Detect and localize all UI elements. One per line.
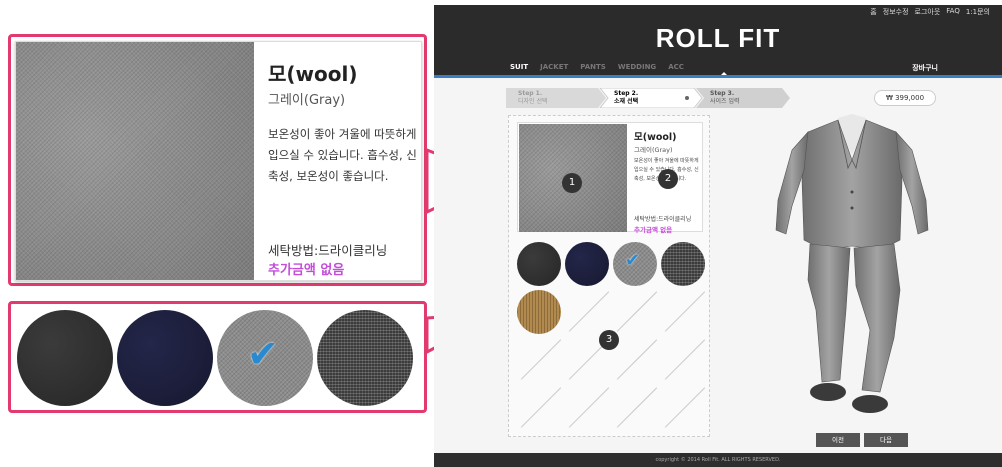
empty-slot — [613, 338, 657, 382]
grid-check-icon: ✔ — [625, 250, 641, 271]
swatch-check[interactable] — [317, 310, 413, 406]
check-icon: ✔ — [247, 332, 279, 376]
fabric-detail-card: 모(wool) 그레이(Gray) 보온성이 좋아 겨울에 따뜻하게 입으실 수… — [15, 41, 422, 281]
marker-1: 1 — [562, 173, 582, 193]
util-link-home[interactable]: 홈 — [870, 7, 876, 17]
logo[interactable]: ROLL FIT — [434, 23, 1002, 54]
swatch-black[interactable] — [17, 310, 113, 406]
grid-swatch-gold[interactable] — [517, 290, 561, 334]
mini-extra-price: 추가금액 없음 — [634, 226, 673, 234]
util-links: 홈 정보수정 로그아웃 FAQ 1:1문의 — [870, 7, 990, 17]
header: 홈 정보수정 로그아웃 FAQ 1:1문의 ROLL FIT SUIT JACK… — [434, 5, 1002, 76]
nav-pants[interactable]: PANTS — [580, 63, 606, 71]
fabric-swatch-large — [16, 42, 254, 280]
swatch-gray-selected[interactable]: ✔ — [217, 310, 313, 406]
swatch-navy[interactable] — [117, 310, 213, 406]
empty-slot — [661, 338, 705, 382]
next-button[interactable]: 다음 — [864, 433, 908, 447]
util-link-faq[interactable]: FAQ — [946, 7, 960, 17]
total-price: ₩ 399,000 — [874, 90, 936, 106]
suit-preview — [775, 114, 929, 413]
marker-3: 3 — [599, 330, 619, 350]
fabric-title: 모(wool) — [268, 62, 358, 86]
mini-wash-method: 세탁방법:드라이클리닝 — [634, 216, 692, 223]
swatch-callout: ✔ — [8, 301, 427, 413]
step-2[interactable]: Step 2. 소재 선택 — [602, 88, 694, 108]
fabric-color: 그레이(Gray) — [268, 93, 346, 108]
empty-slot — [517, 386, 561, 430]
util-link-profile[interactable]: 정보수정 — [883, 7, 909, 17]
footer: copyright © 2014 Roll Fit. ALL RIGHTS RE… — [434, 453, 1002, 467]
marker-2: 2 — [658, 169, 678, 189]
step-3[interactable]: Step 3. 사이즈 입력 — [698, 88, 788, 108]
grid-swatch-gray[interactable]: ✔ — [613, 242, 657, 286]
fabric-panel: 모(wool) 그레이(Gray) 보온성이 좋아 겨울에 따뜻하게 입으실 수… — [508, 115, 710, 437]
nav-underline — [434, 75, 1002, 78]
nav-acc[interactable]: ACC — [668, 63, 684, 71]
detail-callout: 모(wool) 그레이(Gray) 보온성이 좋아 겨울에 따뜻하게 입으실 수… — [8, 34, 427, 286]
grid-swatch-check[interactable] — [661, 242, 705, 286]
wash-method: 세탁방법:드라이클리닝 — [268, 243, 388, 258]
cart-link[interactable]: 장바구니 — [912, 63, 938, 73]
nav-jacket[interactable]: JACKET — [540, 63, 568, 71]
empty-slot — [613, 290, 657, 334]
util-link-logout[interactable]: 로그아웃 — [915, 7, 941, 17]
grid-swatch-black[interactable] — [517, 242, 561, 286]
grid-swatch-navy[interactable] — [565, 242, 609, 286]
fabric-mini-card: 모(wool) 그레이(Gray) 보온성이 좋아 겨울에 따뜻하게 입으실 수… — [517, 122, 703, 234]
fabric-description: 보온성이 좋아 겨울에 따뜻하게 입으실 수 있습니다. 흡수성, 신축성, 보… — [268, 127, 417, 183]
prev-button[interactable]: 이전 — [816, 433, 860, 447]
empty-slot — [661, 386, 705, 430]
util-link-inquiry[interactable]: 1:1문의 — [966, 7, 990, 17]
empty-slot — [565, 386, 609, 430]
extra-price: 추가금액 없음 — [268, 263, 345, 278]
nav-wedding[interactable]: WEDDING — [618, 63, 656, 71]
mini-fabric-title: 모(wool) — [634, 132, 677, 143]
main-nav: SUIT JACKET PANTS WEDDING ACC — [510, 63, 684, 71]
app-window: 홈 정보수정 로그아웃 FAQ 1:1문의 ROLL FIT SUIT JACK… — [434, 5, 1002, 467]
empty-slot — [661, 290, 705, 334]
empty-slot — [613, 386, 657, 430]
empty-slot — [565, 290, 609, 334]
mini-fabric-color: 그레이(Gray) — [634, 146, 673, 154]
empty-slot — [517, 338, 561, 382]
step-1[interactable]: Step 1. 디자인 선택 — [506, 88, 598, 108]
nav-suit[interactable]: SUIT — [510, 63, 528, 71]
